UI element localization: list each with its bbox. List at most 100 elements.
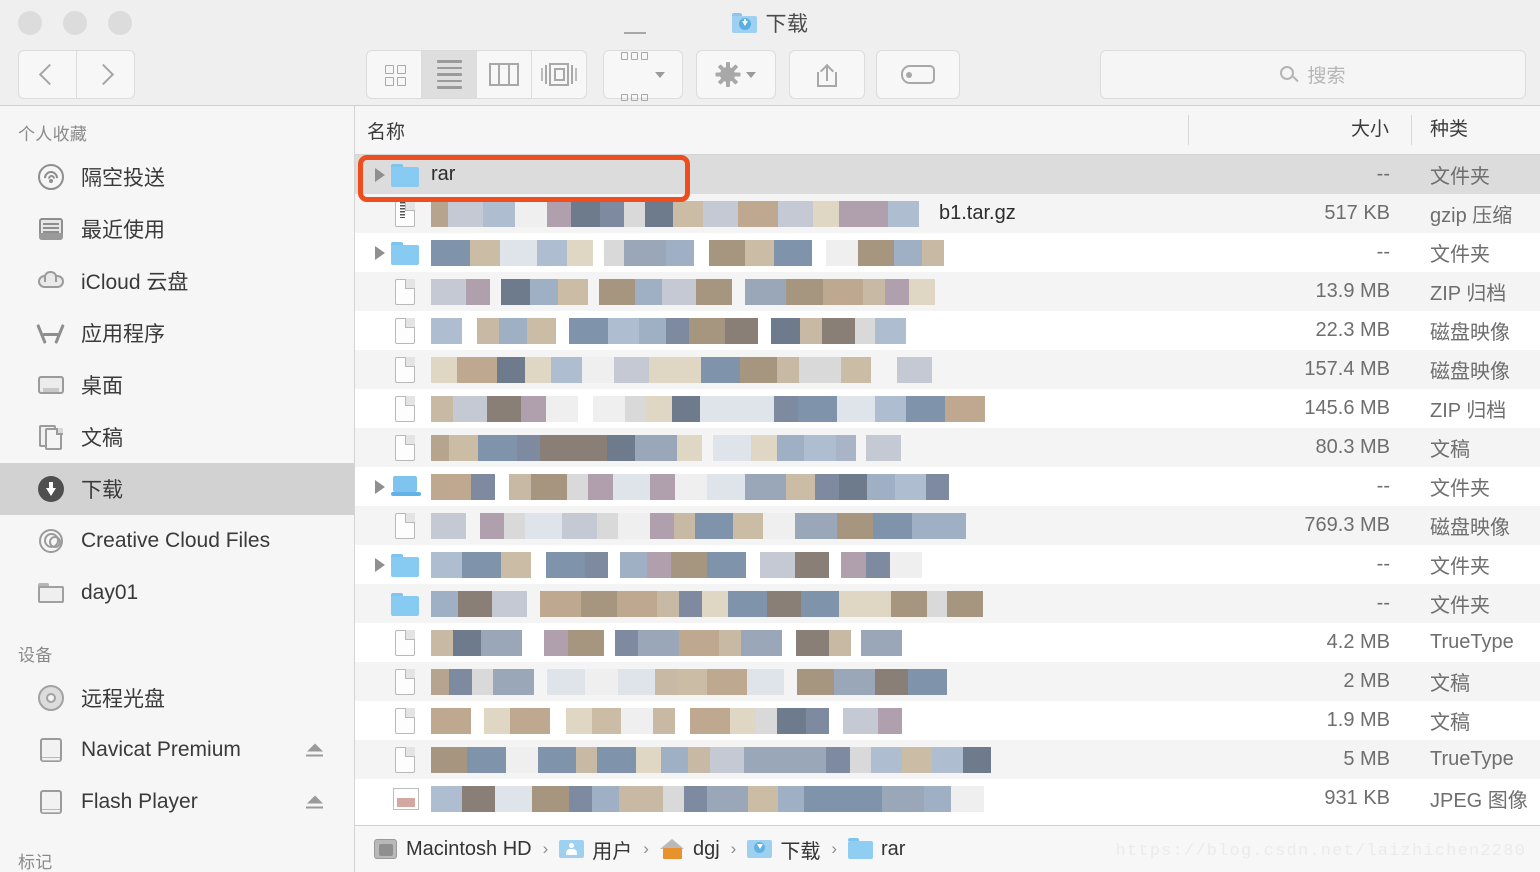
action-menu-button[interactable] xyxy=(696,50,776,99)
file-size-cell: -- xyxy=(1376,553,1390,575)
redacted-filename xyxy=(431,512,966,539)
breadcrumb-macintosh-hd[interactable]: Macintosh HD xyxy=(373,838,532,861)
eject-icon[interactable] xyxy=(306,743,324,757)
redacted-filename xyxy=(431,590,983,617)
breadcrumb-label: dgj xyxy=(692,837,720,860)
file-icon xyxy=(391,317,421,344)
table-row[interactable]: b1.tar.gz 517 KB gzip 压缩 xyxy=(355,194,1540,233)
breadcrumb-rar[interactable]: rar xyxy=(848,838,905,861)
disclosure-triangle-icon[interactable] xyxy=(369,167,391,182)
sidebar-item-desktop[interactable]: 桌面 xyxy=(0,359,354,411)
file-rows: rar -- 文件夹 b1.tar.gz 517 KB gzip 压缩 -- 文件夹 13.9 … xyxy=(355,155,1540,818)
file-kind-cell: 文件夹 xyxy=(1430,244,1490,266)
recents-icon xyxy=(36,214,66,244)
sidebar-section-header-favorites: 个人收藏 xyxy=(18,125,88,144)
arrange-button[interactable] xyxy=(603,32,683,102)
table-row[interactable]: rar -- 文件夹 xyxy=(355,155,1540,194)
table-row[interactable]: 157.4 MB 磁盘映像 xyxy=(355,350,1540,389)
file-size-cell: 517 KB xyxy=(1324,202,1390,224)
table-row[interactable]: 1.9 MB 文稿 xyxy=(355,701,1540,740)
file-size-cell: -- xyxy=(1376,241,1390,263)
table-row[interactable]: 13.9 MB ZIP 归档 xyxy=(355,272,1540,311)
file-kind-cell: 文稿 xyxy=(1430,439,1470,461)
column-view-button[interactable] xyxy=(476,50,531,99)
table-row[interactable]: 22.3 MB 磁盘映像 xyxy=(355,311,1540,350)
sidebar-item-applications[interactable]: 应用程序 xyxy=(0,307,354,359)
breadcrumb-label: 用户 xyxy=(592,840,633,863)
list-view-button[interactable] xyxy=(421,50,476,99)
sidebar[interactable]: 个人收藏 隔空投送 最近使用 iCloud 云盘 应用程序 桌面 文稿 下载 C… xyxy=(0,106,355,872)
table-row[interactable]: 769.3 MB 磁盘映像 xyxy=(355,506,1540,545)
arrange-icon xyxy=(620,32,649,117)
sidebar-item-creative-cloud-files[interactable]: Creative Cloud Files xyxy=(0,515,354,567)
chevron-down-icon xyxy=(746,71,756,78)
sidebar-item-navicat-premium[interactable]: Navicat Premium xyxy=(0,724,354,776)
sidebar-item-downloads[interactable]: 下载 xyxy=(0,463,354,515)
gear-icon xyxy=(715,62,740,87)
column-header-kind[interactable]: 种类 xyxy=(1411,115,1540,145)
folder-icon xyxy=(36,578,66,608)
file-kind-cell: 磁盘映像 xyxy=(1430,322,1510,344)
column-header-size[interactable]: 大小 xyxy=(1188,115,1411,145)
file-size-cell: -- xyxy=(1376,163,1390,185)
back-button[interactable] xyxy=(18,50,76,99)
disclosure-triangle-icon[interactable] xyxy=(369,479,391,494)
file-icon xyxy=(391,356,421,383)
share-button[interactable] xyxy=(789,50,865,99)
window-title-group: 下载 xyxy=(0,0,1540,46)
share-icon xyxy=(817,63,837,87)
table-row[interactable]: 2 MB 文稿 xyxy=(355,662,1540,701)
table-row[interactable]: -- 文件夹 xyxy=(355,584,1540,623)
sidebar-item-remote-disc[interactable]: 远程光盘 xyxy=(0,672,354,724)
search-field[interactable]: 搜索 xyxy=(1100,50,1526,99)
redacted-filename xyxy=(431,551,922,578)
sidebar-item-label: iCloud 云盘 xyxy=(81,271,189,294)
finder-window: 下载 搜索 个人收藏 隔空投送 最近使用 iCloud 云盘 应用程序 桌面 文… xyxy=(0,0,1540,872)
tag-button[interactable] xyxy=(876,50,960,99)
table-row[interactable]: 4.2 MB TrueType xyxy=(355,623,1540,662)
table-row[interactable]: 80.3 MB 文稿 xyxy=(355,428,1540,467)
hard-disk-icon xyxy=(373,838,398,860)
redacted-filename xyxy=(431,356,932,383)
breadcrumb-downloads[interactable]: 下载 xyxy=(747,835,820,864)
file-kind-cell: ZIP 归档 xyxy=(1430,283,1507,305)
eject-icon[interactable] xyxy=(306,795,324,809)
redacted-filename xyxy=(431,239,944,266)
file-size-cell: 1.9 MB xyxy=(1326,709,1390,731)
sidebar-item-label: 文稿 xyxy=(81,427,123,450)
table-row[interactable]: 5 MB TrueType xyxy=(355,740,1540,779)
table-row[interactable]: -- 文件夹 xyxy=(355,467,1540,506)
watermark-text: https://blog.csdn.net/laizhichen2280 xyxy=(1115,842,1526,861)
table-row[interactable]: 145.6 MB ZIP 归档 xyxy=(355,389,1540,428)
table-row[interactable]: -- 文件夹 xyxy=(355,545,1540,584)
disclosure-triangle-icon[interactable] xyxy=(369,557,391,572)
archive-file-icon xyxy=(391,200,421,227)
sidebar-item-documents[interactable]: 文稿 xyxy=(0,411,354,463)
icon-view-button[interactable] xyxy=(366,50,421,99)
disclosure-triangle-icon[interactable] xyxy=(369,245,391,260)
sidebar-section-header-tags: 标记 xyxy=(18,853,53,872)
file-name-label: b1.tar.gz xyxy=(939,202,1016,224)
table-row[interactable]: 931 KB JPEG 图像 xyxy=(355,779,1540,818)
sidebar-item-day01[interactable]: day01 xyxy=(0,567,354,619)
sidebar-item-icloud[interactable]: iCloud 云盘 xyxy=(0,255,354,307)
sidebar-item-label: 下载 xyxy=(81,479,123,502)
breadcrumb-separator: › xyxy=(730,839,737,858)
table-row[interactable]: -- 文件夹 xyxy=(355,233,1540,272)
toolbar: 搜索 xyxy=(0,32,1540,106)
file-name-label: rar xyxy=(431,163,456,185)
sidebar-item-flash-player[interactable]: Flash Player xyxy=(0,776,354,828)
redacted-filename xyxy=(431,629,902,656)
sidebar-item-airdrop[interactable]: 隔空投送 xyxy=(0,151,354,203)
file-size-cell: 80.3 MB xyxy=(1315,436,1390,458)
icloud-icon xyxy=(36,266,66,296)
folder-icon xyxy=(391,240,421,266)
sidebar-item-recents[interactable]: 最近使用 xyxy=(0,203,354,255)
column-header-name[interactable]: 名称 xyxy=(355,117,1188,144)
forward-button[interactable] xyxy=(76,50,135,99)
gallery-view-button[interactable] xyxy=(531,50,587,99)
file-kind-cell: ZIP 归档 xyxy=(1430,400,1507,422)
sidebar-item-label: Navicat Premium xyxy=(81,738,241,761)
breadcrumb-users[interactable]: 用户 xyxy=(559,835,632,864)
breadcrumb-dgj[interactable]: dgj xyxy=(659,837,720,861)
